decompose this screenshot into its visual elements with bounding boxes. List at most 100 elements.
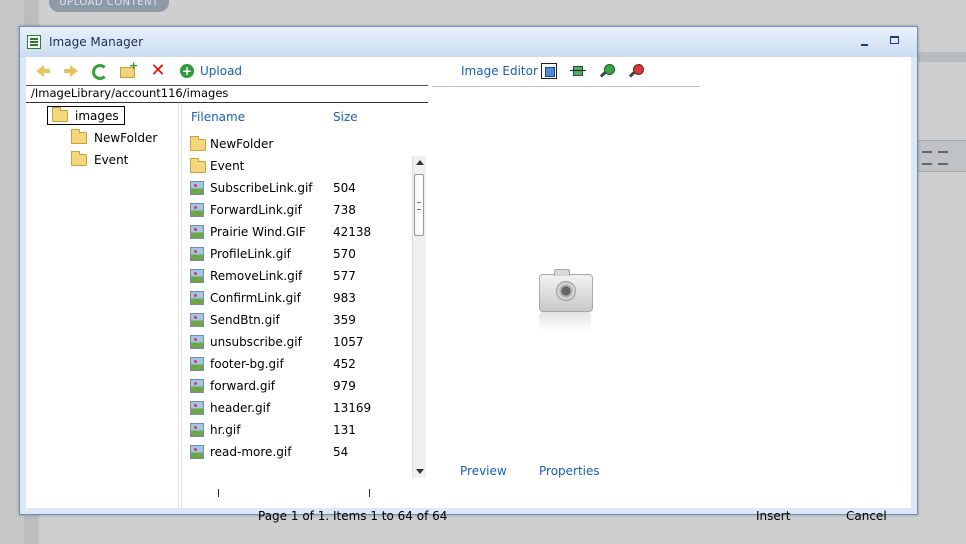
dialog-title: Image Manager xyxy=(49,35,143,49)
tab-properties[interactable]: Properties xyxy=(539,464,600,478)
folder-icon xyxy=(71,151,87,166)
actual-size-icon[interactable] xyxy=(570,63,586,79)
image-file-icon xyxy=(190,313,204,327)
delete-icon[interactable]: ✕ xyxy=(150,62,166,80)
minimize-button[interactable] xyxy=(858,34,872,48)
background-band xyxy=(918,52,966,62)
file-row[interactable]: read-more.gif 54 xyxy=(189,441,409,463)
maximize-button[interactable] xyxy=(888,34,902,48)
tree-item-event[interactable]: Event xyxy=(71,151,129,167)
camera-reflection xyxy=(539,312,591,332)
fit-image-icon[interactable] xyxy=(541,63,557,79)
current-path: /ImageLibrary/account116/images xyxy=(31,86,229,100)
filename-column-header[interactable]: Filename xyxy=(191,110,245,124)
back-arrow-icon[interactable] xyxy=(35,63,51,79)
file-size: 570 xyxy=(333,247,356,261)
folder-icon xyxy=(190,136,206,151)
file-name: read-more.gif xyxy=(210,445,292,459)
pane-splitter[interactable] xyxy=(178,103,179,508)
size-column-header[interactable]: Size xyxy=(333,110,358,124)
dialog-content: ✕ + Upload Image Editor /ImageLibrary/ac… xyxy=(26,57,911,523)
file-row[interactable]: Prairie Wind.GIF 42138 xyxy=(189,221,409,243)
file-name: hr.gif xyxy=(210,423,241,437)
background-right-panel xyxy=(918,0,966,544)
file-row[interactable]: ForwardLink.gif 738 xyxy=(189,199,409,221)
image-file-icon xyxy=(190,423,204,437)
editor-toolbar-divider xyxy=(432,86,700,87)
zoom-in-icon[interactable] xyxy=(599,63,615,79)
file-size: 1057 xyxy=(333,335,364,349)
camera-lens xyxy=(556,281,576,301)
image-editor-link[interactable]: Image Editor xyxy=(461,64,538,78)
file-name: unsubscribe.gif xyxy=(210,335,302,349)
file-name: footer-bg.gif xyxy=(210,357,284,371)
file-size: 504 xyxy=(333,181,356,195)
file-size: 13169 xyxy=(333,401,372,415)
file-row[interactable]: SubscribeLink.gif 504 xyxy=(189,177,409,199)
file-row[interactable]: footer-bg.gif 452 xyxy=(189,353,409,375)
file-name: NewFolder xyxy=(210,137,274,151)
tree-item-label: NewFolder xyxy=(94,131,158,145)
scroll-thumb[interactable] xyxy=(414,174,424,236)
file-row[interactable]: ConfirmLink.gif 983 xyxy=(189,287,409,309)
list-icon xyxy=(922,151,932,165)
file-name: ConfirmLink.gif xyxy=(210,291,301,305)
file-size: 42138 xyxy=(333,225,372,239)
folder-icon xyxy=(190,158,206,173)
zoom-out-icon[interactable] xyxy=(628,63,644,79)
list-icon xyxy=(938,151,948,165)
file-name: forward.gif xyxy=(210,379,275,393)
file-row[interactable]: unsubscribe.gif 1057 xyxy=(189,331,409,353)
file-list: NewFolder Event SubscribeLink.gif 504 For… xyxy=(189,133,409,475)
file-row[interactable]: header.gif 13169 xyxy=(189,397,409,419)
file-name: RemoveLink.gif xyxy=(210,269,303,283)
background-editor-tools xyxy=(918,140,966,172)
pane-splitter-edge xyxy=(181,103,182,508)
file-size: 54 xyxy=(333,445,349,459)
image-file-icon xyxy=(190,247,204,261)
image-file-icon xyxy=(190,291,204,305)
upload-link[interactable]: Upload xyxy=(200,64,242,78)
refresh-icon[interactable] xyxy=(92,64,108,80)
upload-icon[interactable]: + xyxy=(180,64,194,78)
file-size: 359 xyxy=(333,313,356,327)
folder-icon xyxy=(52,106,68,122)
tree-item-images[interactable]: images xyxy=(47,106,125,125)
scroll-down-icon[interactable] xyxy=(416,469,424,474)
insert-button[interactable]: Insert xyxy=(756,509,790,523)
path-divider xyxy=(26,102,428,103)
file-size: 738 xyxy=(333,203,356,217)
file-name: Prairie Wind.GIF xyxy=(210,225,306,239)
file-list-scrollbar[interactable] xyxy=(412,156,426,478)
file-name: ForwardLink.gif xyxy=(210,203,302,217)
file-size: 979 xyxy=(333,379,356,393)
cancel-button[interactable]: Cancel xyxy=(846,509,887,523)
image-file-icon xyxy=(190,379,204,393)
file-size: 131 xyxy=(333,423,356,437)
file-row[interactable]: NewFolder xyxy=(189,133,409,155)
image-file-icon xyxy=(190,225,204,239)
forward-arrow-icon[interactable] xyxy=(63,63,79,79)
file-row[interactable]: ProfileLink.gif 570 xyxy=(189,243,409,265)
tree-item-label: Event xyxy=(94,153,129,167)
background-upload-content-button: UPLOAD CONTENT xyxy=(49,0,169,12)
pager-status: Page 1 of 1. Items 1 to 64 of 64 xyxy=(258,509,448,523)
dialog-titlebar[interactable]: Image Manager xyxy=(20,27,917,57)
image-file-icon xyxy=(190,269,204,283)
tab-preview[interactable]: Preview xyxy=(460,464,507,478)
tree-item-label: images xyxy=(75,108,119,123)
image-file-icon xyxy=(190,335,204,349)
file-row[interactable]: SendBtn.gif 359 xyxy=(189,309,409,331)
tree-item-newfolder[interactable]: NewFolder xyxy=(71,129,158,145)
scroll-up-icon[interactable] xyxy=(416,160,424,165)
file-size: 452 xyxy=(333,357,356,371)
new-folder-icon[interactable] xyxy=(120,59,138,79)
file-row[interactable]: RemoveLink.gif 577 xyxy=(189,265,409,287)
image-file-icon xyxy=(190,445,204,459)
file-row[interactable]: forward.gif 979 xyxy=(189,375,409,397)
file-row[interactable]: Event xyxy=(189,155,409,177)
camera-icon xyxy=(539,269,593,312)
image-manager-app-icon xyxy=(27,35,41,49)
file-name: header.gif xyxy=(210,401,271,415)
file-row[interactable]: hr.gif 131 xyxy=(189,419,409,441)
